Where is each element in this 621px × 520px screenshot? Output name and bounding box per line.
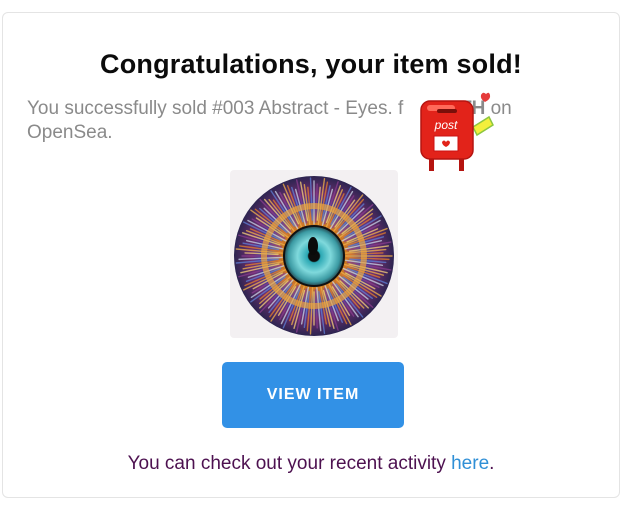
activity-link[interactable]: here	[451, 453, 489, 474]
email-title: Congratulations, your item sold!	[100, 49, 522, 79]
footer-period: .	[489, 453, 495, 474]
activity-footer: You can check out your recent activity h…	[3, 453, 619, 475]
postbox-sticker: post	[420, 92, 494, 171]
sale-message-prefix: You successfully sold #003 Abstract - Ey…	[27, 98, 404, 119]
footer-text: You can check out your recent activity	[127, 453, 452, 474]
sale-message: You successfully sold #003 Abstract - Ey…	[27, 97, 597, 145]
view-item-button[interactable]: VIEW ITEM	[222, 362, 404, 428]
sticker-text: post	[434, 118, 458, 132]
email-card: Congratulations, your item sold! You suc…	[2, 12, 620, 498]
nft-item-image	[230, 170, 398, 338]
